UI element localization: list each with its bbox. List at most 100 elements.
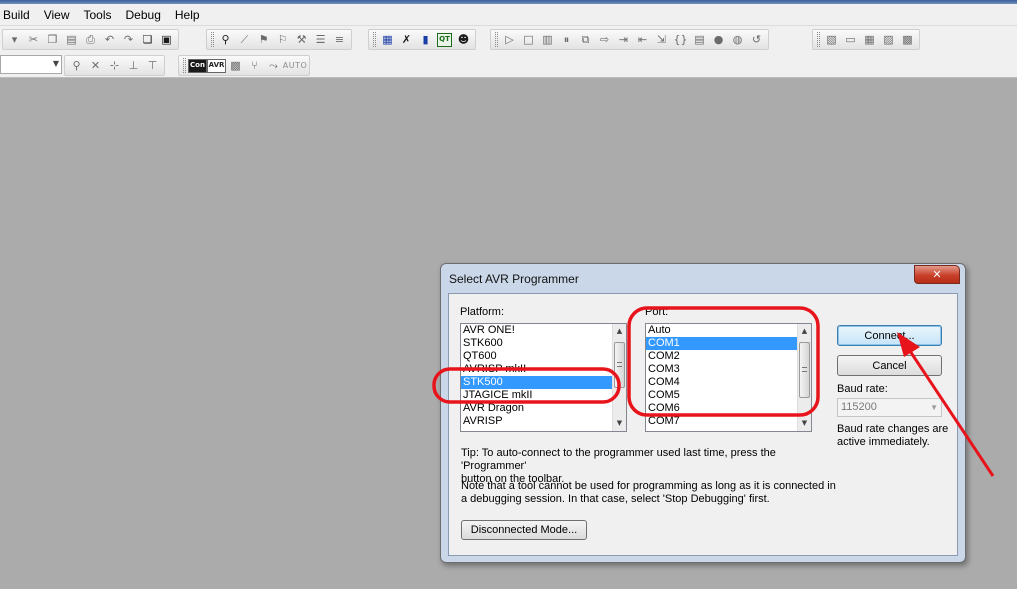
face-icon[interactable]: ☻	[454, 30, 473, 49]
baud-rate-combo[interactable]: 115200 ▼	[837, 398, 942, 417]
step-into-icon[interactable]: ⇨	[595, 30, 614, 49]
connect-button[interactable]: Connect...	[837, 325, 942, 346]
menu-help[interactable]: Help	[168, 4, 207, 26]
baud-rate-label: Baud rate:	[837, 383, 888, 395]
list-item[interactable]: COM7	[646, 415, 811, 428]
undo-icon[interactable]: ↶	[100, 30, 119, 49]
select-avr-programmer-dialog: Select AVR Programmer ✕ Platform: AVR ON…	[440, 263, 966, 563]
list-item[interactable]: COM3	[646, 363, 811, 376]
reset-icon[interactable]: ▥	[538, 30, 557, 49]
menu-view[interactable]: View	[37, 4, 77, 26]
toggle-bookmark-icon[interactable]: ⚑	[254, 30, 273, 49]
list-item-selected[interactable]: COM1	[646, 337, 811, 350]
scroll-down-icon[interactable]: ▼	[798, 417, 811, 430]
registers-icon[interactable]: ▦	[860, 30, 879, 49]
io-view-icon[interactable]: ▨	[879, 30, 898, 49]
close-button[interactable]: ✕	[914, 265, 960, 284]
configuration-combo[interactable]: ▼	[0, 55, 62, 74]
find-in-files-icon[interactable]: ▣	[157, 30, 176, 49]
probe-icon[interactable]: ⚲	[67, 56, 86, 75]
paste-icon[interactable]: ▤	[62, 30, 81, 49]
analysis-toolbar: ⚲ ✕ ⊹ ⊥ ⊤	[64, 55, 165, 76]
menu-tools[interactable]: Tools	[76, 4, 118, 26]
list-item[interactable]: COM6	[646, 402, 811, 415]
menu-bar: Build View Tools Debug Help	[0, 4, 1017, 26]
list-item[interactable]: QT600	[461, 350, 626, 363]
cancel-button[interactable]: Cancel	[837, 355, 942, 376]
avr-programmer-icon[interactable]: AVR	[206, 56, 227, 75]
scroll-thumb[interactable]	[614, 342, 625, 388]
quickwatch-icon[interactable]: ▤	[690, 30, 709, 49]
scroll-down-icon[interactable]: ▼	[613, 417, 626, 430]
list-item[interactable]: STK600	[461, 337, 626, 350]
list-item[interactable]: AVRISP mkII	[461, 363, 626, 376]
toolbar-grip[interactable]	[817, 32, 820, 47]
clear-bookmarks-icon[interactable]: ⚒	[292, 30, 311, 49]
toolbar-grip[interactable]	[373, 32, 376, 47]
watch-icon[interactable]: ▧	[822, 30, 841, 49]
copy-icon[interactable]: ❐	[43, 30, 62, 49]
scroll-up-icon[interactable]: ▲	[613, 325, 626, 338]
disconnected-mode-button[interactable]: Disconnected Mode...	[461, 520, 587, 540]
port-label: Port:	[645, 306, 669, 318]
outdent-icon[interactable]: ≡	[330, 30, 349, 49]
chip-icon[interactable]: ▩	[226, 56, 245, 75]
list-item[interactable]: COM2	[646, 350, 811, 363]
list-item[interactable]: AVRISP	[461, 415, 626, 428]
toolbar-grip[interactable]	[211, 32, 214, 47]
disassembler-icon[interactable]: ▩	[898, 30, 917, 49]
windows-icon[interactable]: ❏	[138, 30, 157, 49]
cut-icon[interactable]: ✂	[24, 30, 43, 49]
binoculars-icon[interactable]: ⚲	[216, 30, 235, 49]
list-item[interactable]: Auto	[646, 324, 811, 337]
print-icon[interactable]: ⎙	[81, 30, 100, 49]
run-to-cursor-icon[interactable]: ⇲	[652, 30, 671, 49]
menu-debug[interactable]: Debug	[119, 4, 168, 26]
port-listbox[interactable]: Auto COM1 COM2 COM3 COM4 COM5 COM6 COM7 …	[645, 323, 812, 432]
list-item[interactable]: JTAGICE mkII	[461, 389, 626, 402]
platform-list-items: AVR ONE! STK600 QT600 AVRISP mkII STK500…	[461, 324, 626, 428]
list-item[interactable]: AVR ONE!	[461, 324, 626, 337]
qtouch-icon[interactable]: QT	[435, 30, 454, 49]
step-out-icon[interactable]: ⇤	[633, 30, 652, 49]
chevron-down-icon: ▼	[52, 59, 59, 68]
list-item-selected[interactable]: STK500	[461, 376, 626, 389]
logic-icon[interactable]: ✕	[86, 56, 105, 75]
scroll-up-icon[interactable]: ▲	[798, 325, 811, 338]
run-icon[interactable]: ▷	[500, 30, 519, 49]
list-item[interactable]: COM4	[646, 376, 811, 389]
port-scrollbar[interactable]: ▲ ▼	[797, 324, 811, 431]
branch-icon[interactable]: ⑂	[245, 56, 264, 75]
breakpoint-icon[interactable]: ●	[709, 30, 728, 49]
list-item[interactable]: AVR Dragon	[461, 402, 626, 415]
next-bookmark-icon[interactable]: ⚐	[273, 30, 292, 49]
auto-step-icon[interactable]: {}	[671, 30, 690, 49]
stop-icon[interactable]: □	[519, 30, 538, 49]
show-next-icon[interactable]: ⧉	[576, 30, 595, 49]
memory-icon[interactable]: ▭	[841, 30, 860, 49]
trace-icon[interactable]: ↺	[747, 30, 766, 49]
clear-breakpoints-icon[interactable]: ◍	[728, 30, 747, 49]
platform-listbox[interactable]: AVR ONE! STK600 QT600 AVRISP mkII STK500…	[460, 323, 627, 432]
programmer-icon[interactable]: ▦	[378, 30, 397, 49]
menu-build[interactable]: Build	[0, 4, 37, 26]
save-icon[interactable]: ▾	[5, 30, 24, 49]
signal-icon[interactable]: ⊹	[105, 56, 124, 75]
fork-icon[interactable]: ⤳	[264, 56, 283, 75]
list-item[interactable]: COM5	[646, 389, 811, 402]
scroll-thumb[interactable]	[799, 342, 810, 398]
battery-icon[interactable]: ▮	[416, 30, 435, 49]
find-next-icon[interactable]: ⟋	[235, 30, 254, 49]
pause-icon[interactable]: ⏸	[557, 30, 576, 49]
step-over-icon[interactable]: ⇥	[614, 30, 633, 49]
ground-up-icon[interactable]: ⊤	[143, 56, 162, 75]
toolbar-grip[interactable]	[183, 58, 186, 73]
ground-down-icon[interactable]: ⊥	[124, 56, 143, 75]
toolbar-grip[interactable]	[495, 32, 498, 47]
redo-icon[interactable]: ↷	[119, 30, 138, 49]
connect-icon[interactable]: Con	[188, 56, 207, 75]
wrench-icon[interactable]: ✗	[397, 30, 416, 49]
platform-scrollbar[interactable]: ▲ ▼	[612, 324, 626, 431]
indent-icon[interactable]: ☰	[311, 30, 330, 49]
auto-button[interactable]: AUTO	[283, 56, 307, 75]
